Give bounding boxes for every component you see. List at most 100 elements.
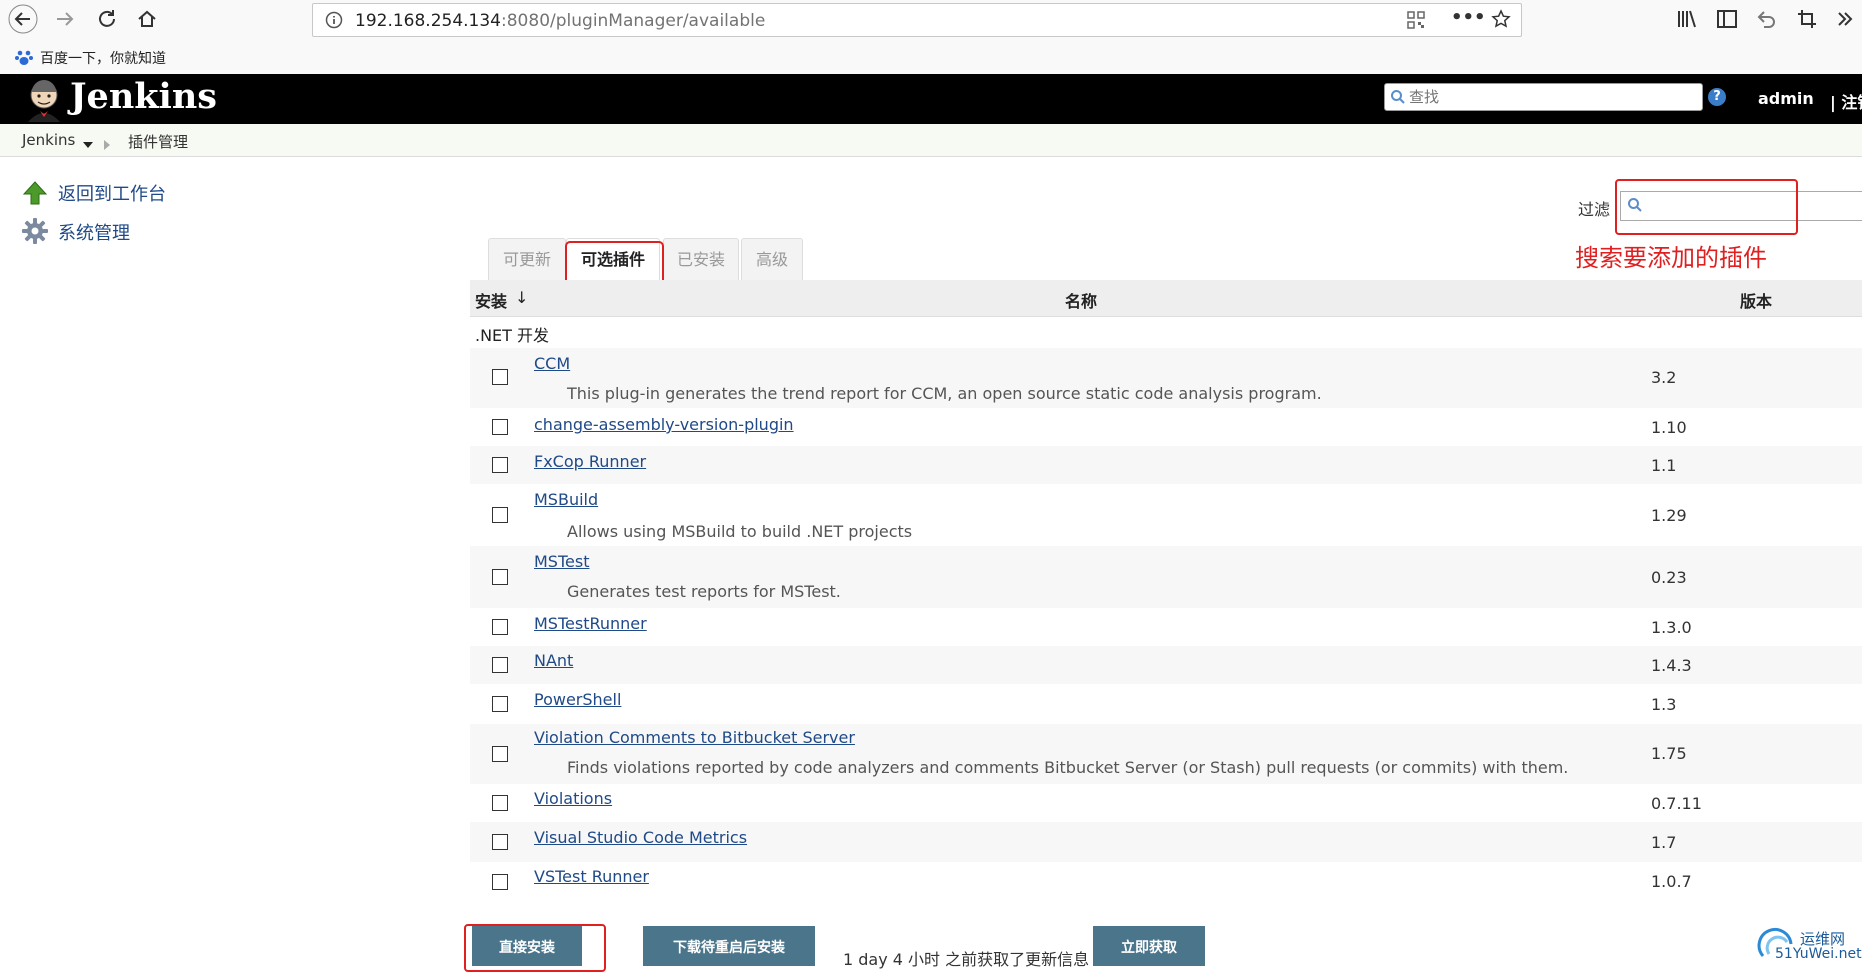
reload-icon[interactable] xyxy=(92,4,122,34)
install-checkbox[interactable] xyxy=(492,569,508,585)
plugin-version: 1.29 xyxy=(1651,506,1687,525)
install-checkbox[interactable] xyxy=(492,795,508,811)
table-row: CCM This plug-in generates the trend rep… xyxy=(470,348,1862,408)
table-row: Violations 0.7.11 xyxy=(470,784,1862,822)
table-row: NAnt 1.4.3 xyxy=(470,646,1862,684)
breadcrumb-plugin-manager[interactable]: 插件管理 xyxy=(128,131,188,152)
more-actions-icon[interactable]: ••• xyxy=(1451,7,1486,28)
jenkins-header: Jenkins ? admin | 注销 xyxy=(0,74,1862,124)
install-checkbox[interactable] xyxy=(492,369,508,385)
jenkins-logo[interactable]: Jenkins xyxy=(70,76,217,117)
column-name[interactable]: 名称 xyxy=(1065,288,1097,312)
plugin-link[interactable]: VSTest Runner xyxy=(534,867,649,886)
plugin-version: 0.7.11 xyxy=(1651,794,1702,813)
plugin-description: Generates test reports for MSTest. xyxy=(567,582,841,601)
tab-updates[interactable]: 可更新 xyxy=(488,238,566,281)
install-checkbox[interactable] xyxy=(492,419,508,435)
breadcrumb-separator-icon xyxy=(104,135,110,154)
library-icon[interactable] xyxy=(1672,4,1702,34)
sidebar-item-manage-jenkins[interactable]: 系统管理 xyxy=(58,219,130,245)
breadcrumb: Jenkins 插件管理 xyxy=(0,124,1862,157)
up-arrow-icon[interactable] xyxy=(22,180,48,210)
browser-toolbar: 192.168.254.134:8080/pluginManager/avail… xyxy=(0,0,1862,38)
annotation-box-filter xyxy=(1615,179,1798,235)
download-install-after-restart-button[interactable]: 下载待重启后安装 xyxy=(643,926,815,966)
plugin-link[interactable]: Violations xyxy=(534,789,612,808)
plugin-link[interactable]: NAnt xyxy=(534,651,573,670)
search-box[interactable] xyxy=(1384,83,1703,111)
search-input[interactable] xyxy=(1409,87,1694,107)
install-checkbox[interactable] xyxy=(492,696,508,712)
plugin-link[interactable]: FxCop Runner xyxy=(534,452,646,471)
install-checkbox[interactable] xyxy=(492,657,508,673)
crop-icon[interactable] xyxy=(1792,4,1822,34)
plugin-link[interactable]: MSTest xyxy=(534,552,589,571)
watermark-subtitle: 51YuWei.net xyxy=(1775,946,1862,962)
install-checkbox[interactable] xyxy=(492,834,508,850)
help-icon[interactable]: ? xyxy=(1708,88,1726,106)
logout-link[interactable]: | 注销 xyxy=(1830,89,1862,113)
table-row: Violation Comments to Bitbucket Server F… xyxy=(470,724,1862,784)
url-bar[interactable]: 192.168.254.134:8080/pluginManager/avail… xyxy=(312,3,1522,37)
table-row: MSBuild Allows using MSBuild to build .N… xyxy=(470,484,1862,546)
sort-arrow-icon[interactable]: ↓ xyxy=(515,288,528,307)
caret-down-icon[interactable] xyxy=(83,134,93,153)
jenkins-butler-icon[interactable] xyxy=(22,78,66,126)
plugin-description: Allows using MSBuild to build .NET proje… xyxy=(567,522,913,541)
undo-icon[interactable] xyxy=(1752,4,1782,34)
plugin-link[interactable]: MSTestRunner xyxy=(534,614,647,633)
plugin-link[interactable]: CCM xyxy=(534,354,570,373)
plugin-version: 1.7 xyxy=(1651,833,1677,852)
plugin-version: 1.1 xyxy=(1651,456,1677,475)
table-row: Visual Studio Code Metrics 1.7 xyxy=(470,822,1862,862)
plugin-version: 1.3.0 xyxy=(1651,618,1692,637)
breadcrumb-jenkins[interactable]: Jenkins xyxy=(22,131,75,149)
install-checkbox[interactable] xyxy=(492,619,508,635)
home-icon[interactable] xyxy=(132,4,162,34)
baidu-paw-icon xyxy=(14,47,34,71)
plugin-link[interactable]: Violation Comments to Bitbucket Server xyxy=(534,728,855,747)
category-label: .NET 开发 xyxy=(475,326,550,345)
table-header: 安装 ↓ 名称 版本 xyxy=(470,280,1862,317)
plugin-version: 1.75 xyxy=(1651,744,1687,763)
plugin-link[interactable]: PowerShell xyxy=(534,690,621,709)
annotation-text: 搜索要添加的插件 xyxy=(1575,244,1767,272)
column-version[interactable]: 版本 xyxy=(1740,288,1772,312)
check-now-button[interactable]: 立即获取 xyxy=(1093,926,1205,966)
forward-icon[interactable] xyxy=(50,4,80,34)
table-row: MSTest Generates test reports for MSTest… xyxy=(470,546,1862,608)
plugin-version: 0.23 xyxy=(1651,568,1687,587)
plugin-version: 1.3 xyxy=(1651,695,1677,714)
table-row: PowerShell 1.3 xyxy=(470,684,1862,724)
install-checkbox[interactable] xyxy=(492,507,508,523)
install-checkbox[interactable] xyxy=(492,746,508,762)
plugin-link[interactable]: change-assembly-version-plugin xyxy=(534,415,794,434)
plugin-link[interactable]: Visual Studio Code Metrics xyxy=(534,828,747,847)
gear-icon[interactable] xyxy=(21,217,49,249)
plugin-description: This plug-in generates the trend report … xyxy=(567,384,1322,403)
sidebar-toggle-icon[interactable] xyxy=(1712,4,1742,34)
filter-label: 过滤 xyxy=(1578,200,1611,219)
bookmark-star-icon[interactable] xyxy=(1491,9,1511,33)
install-checkbox[interactable] xyxy=(492,457,508,473)
tab-installed[interactable]: 已安装 xyxy=(663,238,739,281)
plugin-version: 3.2 xyxy=(1651,368,1677,387)
sidebar-item-back-to-dashboard[interactable]: 返回到工作台 xyxy=(58,180,166,206)
plugin-version: 1.0.7 xyxy=(1651,872,1692,891)
overflow-chevron-icon[interactable] xyxy=(1830,4,1860,34)
tab-advanced[interactable]: 高级 xyxy=(741,238,803,281)
qr-code-icon[interactable] xyxy=(1407,11,1425,33)
column-install[interactable]: 安装 xyxy=(475,288,507,312)
plugin-link[interactable]: MSBuild xyxy=(534,490,598,509)
url-text: 192.168.254.134:8080/pluginManager/avail… xyxy=(355,11,766,31)
bookmark-baidu[interactable]: 百度一下，你就知道 xyxy=(40,48,166,68)
info-icon[interactable] xyxy=(325,11,343,33)
install-checkbox[interactable] xyxy=(492,874,508,890)
user-link[interactable]: admin xyxy=(1758,89,1814,108)
search-icon xyxy=(1390,89,1406,109)
back-icon[interactable] xyxy=(8,4,38,34)
table-row: FxCop Runner 1.1 xyxy=(470,446,1862,484)
plugin-version: 1.4.3 xyxy=(1651,656,1692,675)
table-row: VSTest Runner 1.0.7 xyxy=(470,862,1862,900)
bookmark-bar: 百度一下，你就知道 xyxy=(0,38,1862,75)
